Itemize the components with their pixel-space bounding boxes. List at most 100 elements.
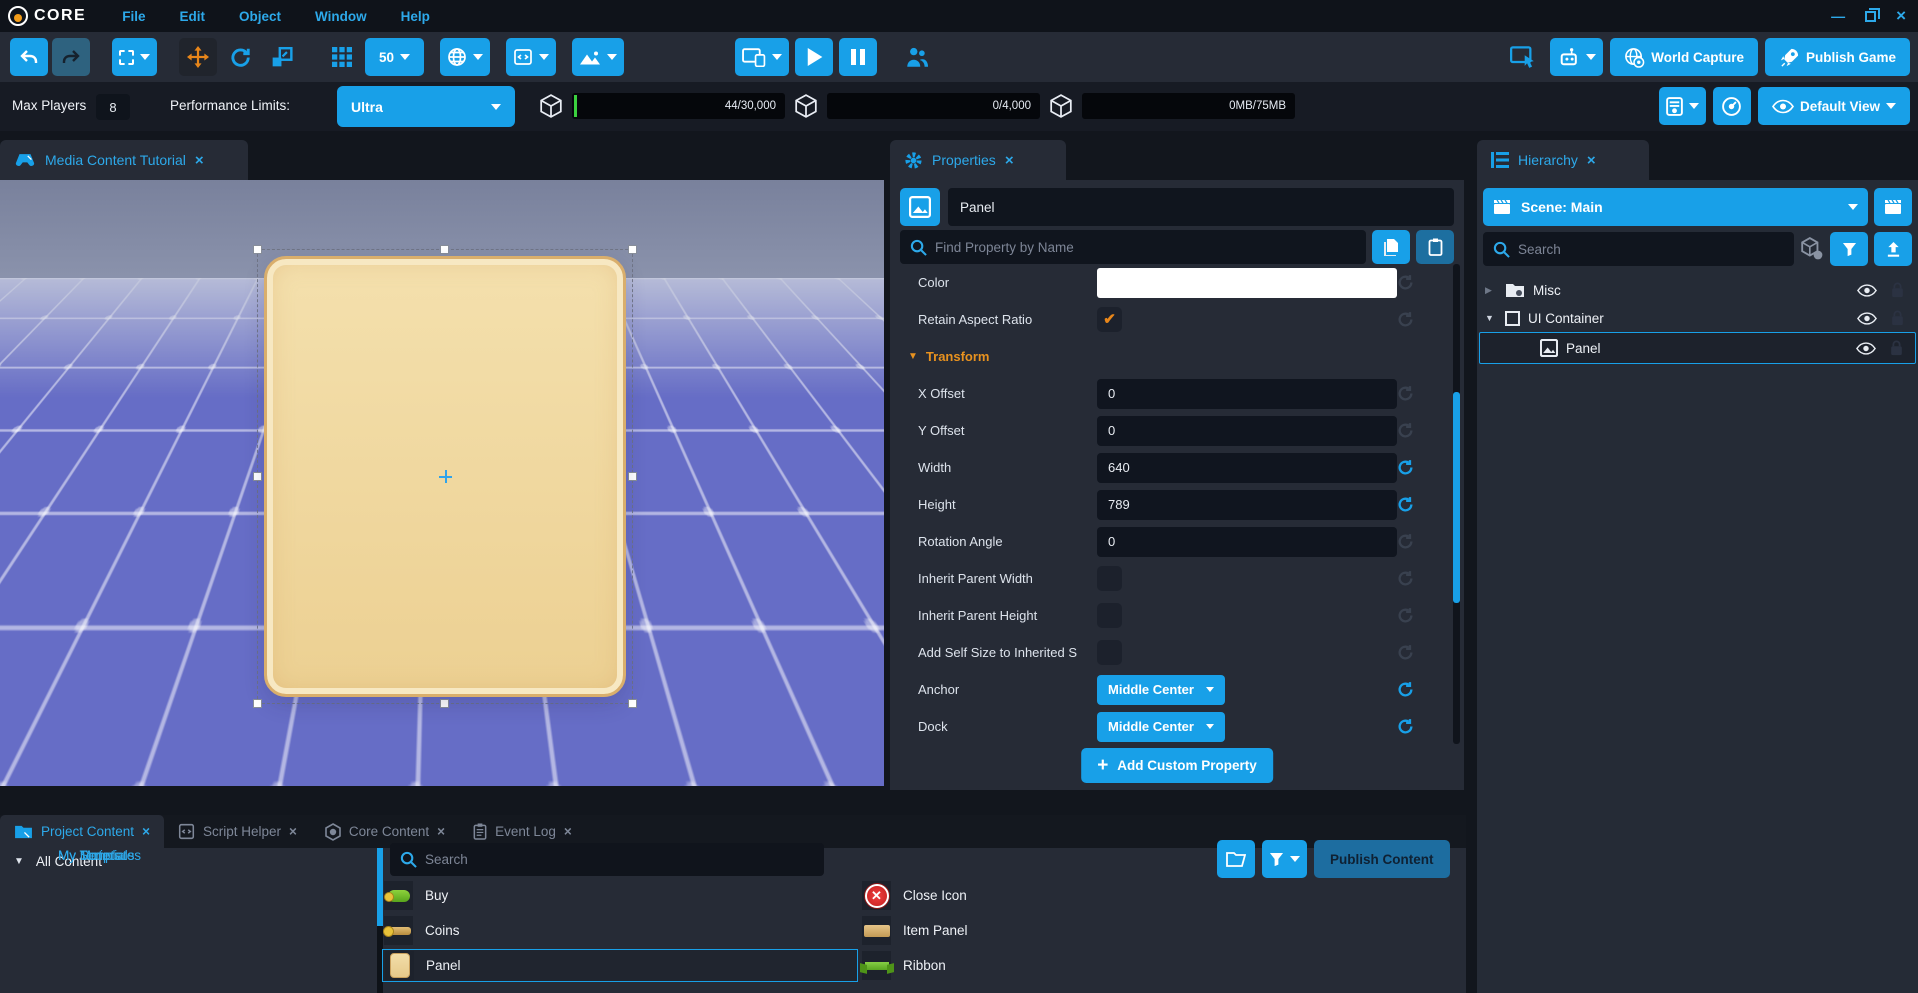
visibility-eye-icon[interactable] — [1856, 342, 1876, 355]
rotate-tool-button[interactable] — [221, 38, 259, 76]
reset-property-button[interactable] — [1397, 607, 1414, 624]
resize-handle[interactable] — [253, 245, 262, 254]
script-view-dropdown[interactable] — [506, 38, 556, 76]
lock-icon[interactable] — [1890, 340, 1903, 356]
menu-item[interactable]: Window — [315, 9, 367, 24]
property-dropdown[interactable]: Middle Center — [1097, 675, 1225, 705]
menu-item[interactable]: Help — [401, 9, 430, 24]
new-folder-button[interactable] — [1217, 840, 1255, 878]
close-icon[interactable]: × — [1005, 152, 1014, 169]
tree-caret-icon[interactable] — [1485, 313, 1497, 323]
object-name-field[interactable]: Panel — [948, 188, 1454, 226]
properties-scrollbar[interactable] — [1453, 264, 1460, 744]
resize-handle[interactable] — [440, 245, 449, 254]
resize-handle[interactable] — [253, 699, 262, 708]
scene-viewport[interactable]: Z X Y — [0, 180, 884, 786]
pause-button[interactable] — [839, 38, 877, 76]
visibility-eye-icon[interactable] — [1857, 312, 1877, 325]
close-icon[interactable]: × — [289, 824, 297, 839]
undo-button[interactable] — [10, 38, 48, 76]
close-icon[interactable]: × — [564, 824, 572, 839]
performance-limits-dropdown[interactable]: Ultra — [337, 86, 515, 127]
reset-property-button[interactable] — [1397, 496, 1414, 513]
close-icon[interactable]: × — [195, 152, 204, 169]
property-checkbox[interactable] — [1097, 566, 1122, 591]
object-type-button[interactable] — [900, 188, 940, 226]
content-browser-tab[interactable]: Script Helper × — [164, 815, 311, 848]
grid-snap-button[interactable] — [323, 38, 361, 76]
move-tool-button[interactable] — [179, 38, 217, 76]
performance-gauge-button[interactable] — [1713, 87, 1751, 125]
multiplayer-preview-button[interactable] — [897, 38, 937, 76]
world-capture-button[interactable]: World Capture — [1610, 38, 1758, 76]
close-icon[interactable]: × — [1896, 6, 1906, 26]
property-field[interactable]: 0 — [1097, 416, 1397, 446]
resize-handle[interactable] — [253, 472, 262, 481]
property-field[interactable]: 0 — [1097, 379, 1397, 409]
scale-tool-button[interactable] — [263, 38, 301, 76]
menu-item[interactable]: File — [122, 9, 145, 24]
property-field[interactable]: 789 — [1097, 490, 1397, 520]
property-dropdown[interactable]: Middle Center — [1097, 712, 1225, 742]
tab-media-content-tutorial[interactable]: Media Content Tutorial × — [0, 140, 248, 180]
asset-row[interactable]: ✕ Close Icon — [860, 879, 1400, 912]
property-field[interactable]: 0 — [1097, 527, 1397, 557]
scrollbar-thumb[interactable] — [1453, 392, 1460, 603]
hierarchy-row[interactable]: UI Container — [1479, 304, 1916, 332]
reset-property-button[interactable] — [1397, 311, 1414, 328]
asset-row[interactable]: ✕ Item Panel — [860, 914, 1400, 947]
asset-row[interactable]: ✕ Ribbon — [860, 949, 1400, 982]
asset-row[interactable]: ✕ Buy — [382, 879, 858, 912]
section-caret-icon[interactable] — [890, 351, 918, 362]
property-checkbox[interactable] — [1097, 307, 1122, 332]
resize-handle[interactable] — [628, 245, 637, 254]
hierarchy-search-input[interactable]: Search — [1483, 232, 1794, 266]
reset-property-button[interactable] — [1397, 644, 1414, 661]
resize-handle[interactable] — [628, 699, 637, 708]
snap-size-dropdown[interactable]: 50 — [365, 38, 424, 76]
max-players-input[interactable]: 8 — [96, 94, 130, 120]
property-checkbox[interactable] — [1097, 603, 1122, 628]
reset-property-button[interactable] — [1397, 533, 1414, 550]
preview-mode-dropdown[interactable] — [735, 38, 789, 76]
selection-mode-dropdown[interactable] — [112, 38, 157, 76]
asset-row[interactable]: ✕ Coins — [382, 914, 858, 947]
resize-handle[interactable] — [628, 472, 637, 481]
menu-item[interactable]: Edit — [180, 9, 206, 24]
reset-property-button[interactable] — [1397, 274, 1414, 291]
publish-game-button[interactable]: Publish Game — [1765, 38, 1910, 76]
reset-property-button[interactable] — [1397, 385, 1414, 402]
reset-property-button[interactable] — [1397, 459, 1414, 476]
paste-properties-button[interactable] — [1416, 230, 1454, 264]
content-filter-dropdown[interactable] — [1262, 840, 1307, 878]
scene-dropdown[interactable]: Scene: Main — [1483, 188, 1868, 226]
close-icon[interactable]: × — [437, 824, 445, 839]
tab-hierarchy[interactable]: Hierarchy × — [1477, 140, 1649, 180]
reset-property-button[interactable] — [1397, 570, 1414, 587]
reset-property-button[interactable] — [1397, 681, 1414, 698]
default-view-dropdown[interactable]: Default View — [1758, 87, 1910, 125]
lock-icon[interactable] — [1891, 310, 1904, 326]
terrain-dropdown[interactable] — [572, 38, 624, 76]
scene-manager-button[interactable] — [1874, 188, 1912, 226]
lock-icon[interactable] — [1891, 282, 1904, 298]
color-swatch[interactable] — [1097, 268, 1397, 298]
asset-row[interactable]: ✕ Panel — [382, 949, 858, 982]
hierarchy-row[interactable]: Panel — [1479, 332, 1916, 364]
copy-properties-button[interactable] — [1372, 230, 1410, 264]
tree-caret-icon[interactable] — [1485, 285, 1497, 296]
reset-property-button[interactable] — [1397, 718, 1414, 735]
close-icon[interactable]: × — [142, 824, 150, 839]
menu-item[interactable]: Object — [239, 9, 281, 24]
tree-item[interactable]: My Materials — [58, 848, 135, 863]
minimize-icon[interactable]: — — [1831, 8, 1845, 24]
close-icon[interactable]: × — [1587, 152, 1596, 169]
redo-button[interactable] — [52, 38, 90, 76]
property-search-input[interactable]: Find Property by Name — [900, 230, 1366, 264]
reset-property-button[interactable] — [1397, 422, 1414, 439]
property-checkbox[interactable] — [1097, 640, 1122, 665]
tab-properties[interactable]: Properties × — [890, 140, 1066, 180]
property-field[interactable]: 640 — [1097, 453, 1397, 483]
publish-content-button[interactable]: Publish Content — [1314, 840, 1450, 878]
add-custom-property-button[interactable]: + Add Custom Property — [1081, 748, 1273, 783]
